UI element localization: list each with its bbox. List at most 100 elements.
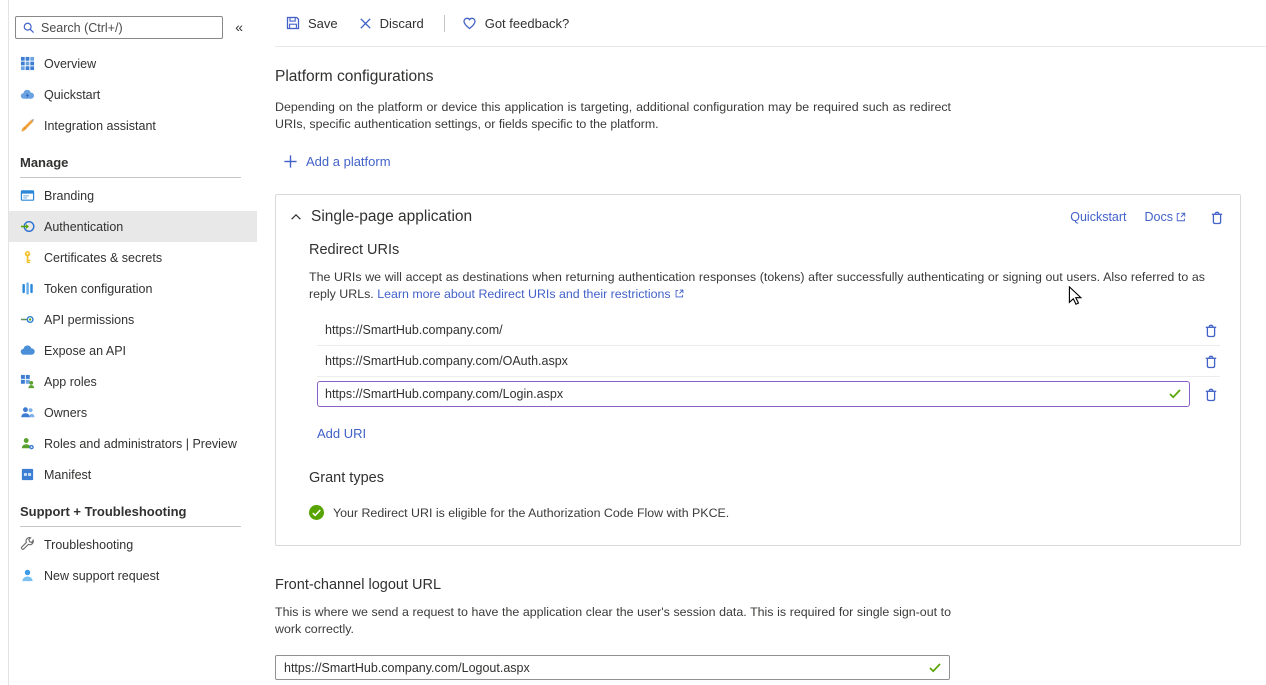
support-person-icon — [20, 568, 35, 583]
divider — [444, 15, 445, 32]
redirect-uri-input[interactable] — [317, 381, 1190, 407]
command-bar: Save Discard Got feedback? — [275, 0, 1266, 47]
chevron-up-icon[interactable] — [289, 210, 303, 224]
quickstart-link[interactable]: Quickstart — [1070, 210, 1126, 224]
save-label: Save — [308, 16, 338, 31]
sidebar-item-app-roles[interactable]: App roles — [9, 366, 257, 397]
sidebar-item-label: Quickstart — [44, 88, 100, 102]
delete-uri-button[interactable] — [1203, 386, 1220, 403]
docs-label: Docs — [1145, 210, 1173, 224]
grid-icon — [20, 56, 35, 71]
cloud-icon — [20, 343, 35, 358]
spa-card-title: Single-page application — [311, 208, 1070, 226]
sidebar-item-certificates-secrets[interactable]: Certificates & secrets — [9, 242, 257, 273]
trash-icon — [1203, 322, 1219, 339]
trash-icon — [1209, 209, 1225, 226]
discard-label: Discard — [380, 16, 424, 31]
front-channel-logout-description: This is where we send a request to have … — [275, 604, 951, 637]
sidebar-item-label: App roles — [44, 375, 97, 389]
rocket-icon — [20, 118, 35, 133]
delete-platform-button[interactable] — [1209, 209, 1225, 226]
sidebar-section-support: Support + Troubleshooting — [9, 490, 257, 519]
add-a-platform-label: Add a platform — [306, 154, 391, 169]
external-link-icon — [674, 288, 685, 299]
delete-uri-button[interactable] — [1203, 353, 1220, 370]
grant-types-message: Your Redirect URI is eligible for the Au… — [333, 506, 729, 520]
collapse-sidebar-button[interactable]: « — [235, 19, 243, 35]
redirect-uri-value[interactable]: https://SmartHub.company.com/ — [317, 323, 1199, 337]
trash-icon — [1203, 386, 1219, 403]
wrench-icon — [20, 537, 35, 552]
sidebar-item-quickstart[interactable]: Quickstart — [9, 79, 257, 110]
add-a-platform-button[interactable]: Add a platform — [283, 154, 1241, 169]
sidebar-item-token-configuration[interactable]: Token configuration — [9, 273, 257, 304]
redirect-uri-row: https://SmartHub.company.com/ — [317, 315, 1220, 346]
redirect-uris-description: The URIs we will accept as destinations … — [309, 269, 1205, 302]
api-permission-icon — [20, 312, 35, 327]
sidebar-item-label: Owners — [44, 406, 87, 420]
redirect-uri-row: https://SmartHub.company.com/OAuth.aspx — [317, 346, 1220, 377]
save-icon — [285, 15, 301, 31]
save-button[interactable]: Save — [285, 15, 338, 31]
sidebar-item-integration-assistant[interactable]: Integration assistant — [9, 110, 257, 141]
app-roles-icon — [20, 374, 35, 389]
external-link-icon — [1175, 211, 1187, 223]
browser-window-icon — [20, 188, 35, 203]
key-icon — [20, 250, 35, 265]
sidebar-item-label: Authentication — [44, 220, 123, 234]
sidebar-item-overview[interactable]: Overview — [9, 48, 257, 79]
grant-types-title: Grant types — [309, 470, 1220, 486]
sidebar-item-label: Integration assistant — [44, 119, 156, 133]
main-content: Save Discard Got feedback? Platform conf… — [257, 0, 1266, 685]
search-input[interactable] — [41, 21, 216, 35]
feedback-label: Got feedback? — [485, 16, 570, 31]
redirect-uri-list: https://SmartHub.company.com/ https://Sm… — [317, 315, 1220, 411]
learn-more-link[interactable]: Learn more about Redirect URIs and their… — [377, 287, 670, 301]
discard-icon — [358, 16, 373, 31]
platform-configurations-title: Platform configurations — [275, 68, 1241, 86]
cloud-lightning-icon — [20, 87, 35, 102]
sidebar-item-label: Expose an API — [44, 344, 126, 358]
sidebar-item-label: Roles and administrators | Preview — [44, 437, 237, 451]
sidebar-item-authentication[interactable]: Authentication — [9, 211, 257, 242]
success-check-icon — [309, 505, 324, 520]
sidebar-item-label: API permissions — [44, 313, 134, 327]
sidebar-item-new-support-request[interactable]: New support request — [9, 560, 257, 591]
sidebar-item-label: New support request — [44, 569, 159, 583]
sidebar-item-owners[interactable]: Owners — [9, 397, 257, 428]
sliders-icon — [20, 281, 35, 296]
sidebar-item-expose-an-api[interactable]: Expose an API — [9, 335, 257, 366]
heart-icon — [461, 15, 478, 31]
sidebar-item-manifest[interactable]: Manifest — [9, 459, 257, 490]
sidebar-item-roles-and-administrators[interactable]: Roles and administrators | Preview — [9, 428, 257, 459]
sidebar-item-api-permissions[interactable]: API permissions — [9, 304, 257, 335]
manifest-icon — [20, 467, 35, 482]
front-channel-logout-title: Front-channel logout URL — [275, 577, 1241, 593]
docs-link[interactable]: Docs — [1145, 210, 1187, 224]
sidebar-item-label: Overview — [44, 57, 96, 71]
feedback-button[interactable]: Got feedback? — [461, 15, 570, 31]
person-gear-icon — [20, 436, 35, 451]
sidebar-section-manage: Manage — [9, 141, 257, 170]
redirect-uri-row — [317, 377, 1220, 411]
people-icon — [20, 405, 35, 420]
delete-uri-button[interactable] — [1203, 322, 1220, 339]
sidebar-item-label: Certificates & secrets — [44, 251, 162, 265]
grant-types-status: Your Redirect URI is eligible for the Au… — [309, 505, 1220, 520]
sidebar-item-troubleshooting[interactable]: Troubleshooting — [9, 529, 257, 560]
search-icon — [22, 21, 35, 34]
discard-button[interactable]: Discard — [358, 16, 424, 31]
sign-in-icon — [20, 219, 35, 234]
divider — [20, 526, 241, 527]
sidebar-search[interactable] — [15, 16, 223, 39]
redirect-uris-title: Redirect URIs — [309, 242, 1220, 258]
platform-configurations-description: Depending on the platform or device this… — [275, 99, 951, 132]
front-channel-logout-input[interactable] — [275, 655, 950, 680]
redirect-uri-value[interactable]: https://SmartHub.company.com/OAuth.aspx — [317, 354, 1199, 368]
sidebar-item-label: Token configuration — [44, 282, 152, 296]
sidebar-item-branding[interactable]: Branding — [9, 180, 257, 211]
sidebar-item-label: Troubleshooting — [44, 538, 133, 552]
sidebar-item-label: Branding — [44, 189, 94, 203]
add-uri-button[interactable]: Add URI — [317, 426, 366, 441]
spa-card: Single-page application Quickstart Docs — [275, 194, 1241, 546]
